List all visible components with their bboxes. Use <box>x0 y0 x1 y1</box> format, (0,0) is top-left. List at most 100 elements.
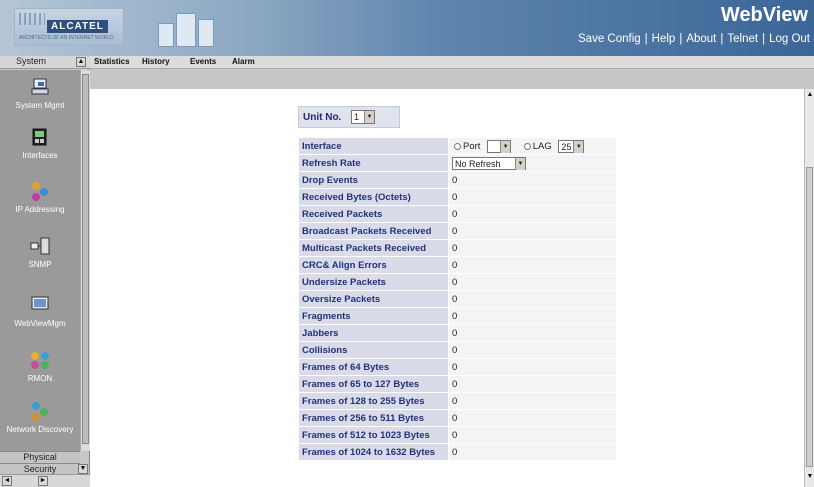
webview-brand: WebView <box>720 4 808 26</box>
logo-dots <box>19 13 45 25</box>
sidebar-item-snmp[interactable]: SNMP <box>0 235 80 269</box>
table-row: Drop Events 0 <box>298 171 617 189</box>
main-scroll-down-button[interactable]: ▼ <box>805 473 814 483</box>
sidebar-item-system-mgmt[interactable]: System Mgmt <box>0 76 80 110</box>
about-link[interactable]: About <box>686 33 716 45</box>
unit-selector: Unit No. 1 ▼ <box>298 106 400 128</box>
stat-value: 0 <box>448 273 617 291</box>
webview-mgmt-icon <box>31 296 49 313</box>
nav-separator: | <box>644 33 648 45</box>
table-row: Received Bytes (Octets) 0 <box>298 188 617 206</box>
telnet-link[interactable]: Telnet <box>727 33 758 45</box>
table-row: Undersize Packets 0 <box>298 273 617 291</box>
unit-label: Unit No. <box>303 112 342 123</box>
table-row: Fragments 0 <box>298 307 617 325</box>
stat-label: Frames of 256 to 511 Bytes <box>298 409 449 427</box>
save-config-link[interactable]: Save Config <box>578 33 641 45</box>
stat-label: Frames of 1024 to 1632 Bytes <box>298 443 449 461</box>
sidebar-hscrollbar[interactable]: ◄ ► <box>0 474 90 487</box>
scroll-right-button[interactable]: ► <box>38 476 48 486</box>
header-banner: ALCATEL ARCHITECTS OF AN INTERNET WORLD … <box>0 0 814 56</box>
alcatel-logo: ALCATEL ARCHITECTS OF AN INTERNET WORLD <box>14 8 124 46</box>
refresh-rate-value: No Refresh <box>455 158 501 169</box>
stat-value: 0 <box>448 205 617 223</box>
interface-controls: Port ▼ LAG 25 ▼ <box>448 137 617 155</box>
lag-radio[interactable] <box>523 142 531 150</box>
stat-label: Drop Events <box>298 171 449 189</box>
sidebar-item-label: Network Discovery <box>6 425 74 434</box>
help-link[interactable]: Help <box>652 33 676 45</box>
main-scroll-thumb[interactable] <box>806 167 813 467</box>
nav-separator: | <box>679 33 683 45</box>
logo-tagline: ARCHITECTS OF AN INTERNET WORLD <box>19 35 114 41</box>
sidebar-item-interfaces[interactable]: Interfaces <box>0 126 80 160</box>
tab-alarm[interactable]: Alarm <box>232 57 255 66</box>
port-select[interactable]: ▼ <box>487 139 512 153</box>
tab-events[interactable]: Events <box>190 57 216 66</box>
stat-value: 0 <box>448 358 617 376</box>
table-row: Frames of 512 to 1023 Bytes 0 <box>298 426 617 444</box>
table-row: CRC& Align Errors 0 <box>298 256 617 274</box>
sidebar-scroll-thumb[interactable] <box>82 74 89 444</box>
unit-select[interactable]: 1 ▼ <box>351 110 375 124</box>
stat-value: 0 <box>448 443 617 461</box>
sidebar-scroll-down-button[interactable]: ▼ <box>78 464 88 474</box>
stat-value: 0 <box>448 239 617 257</box>
sidebar-item-label: Interfaces <box>22 151 58 160</box>
sidebar-item-webview-mgmt[interactable]: WebViewMgm <box>0 294 80 328</box>
sidebar-item-rmon[interactable]: RMON <box>0 349 80 383</box>
stat-value: 0 <box>448 324 617 342</box>
panel-tab-physical[interactable]: Physical <box>0 451 80 463</box>
stat-value: 0 <box>448 171 617 189</box>
refresh-rate-select[interactable]: No Refresh ▼ <box>452 156 526 170</box>
table-row: Collisions 0 <box>298 341 617 359</box>
tab-bar: Statistics History Events Alarm <box>90 56 814 69</box>
stat-value: 0 <box>448 392 617 410</box>
sidebar-scroll-up-button[interactable]: ▲ <box>76 57 86 67</box>
stat-label: Received Packets <box>298 205 449 223</box>
snmp-icon <box>30 237 50 255</box>
ip-addressing-icon <box>32 182 48 201</box>
tab-statistics[interactable]: Statistics <box>94 57 130 66</box>
stat-label: Multicast Packets Received <box>298 239 449 257</box>
stat-label: Frames of 64 Bytes <box>298 358 449 376</box>
sidebar-item-label: IP Addressing <box>15 205 65 214</box>
stat-value: 0 <box>448 341 617 359</box>
sidebar-item-network-discovery[interactable]: Network Discovery <box>0 400 80 434</box>
table-row: Broadcast Packets Received 0 <box>298 222 617 240</box>
building-graphic <box>150 9 220 49</box>
table-row: Frames of 65 to 127 Bytes 0 <box>298 375 617 393</box>
table-row: Jabbers 0 <box>298 324 617 342</box>
table-row: Frames of 1024 to 1632 Bytes 0 <box>298 443 617 461</box>
main-scroll-up-button[interactable]: ▲ <box>805 91 814 101</box>
stat-value: 0 <box>448 188 617 206</box>
main-scrollbar[interactable]: ▲ ▼ <box>804 89 814 487</box>
stat-label: Collisions <box>298 341 449 359</box>
stat-value: 0 <box>448 375 617 393</box>
lag-label: LAG <box>532 140 552 152</box>
logout-link[interactable]: Log Out <box>769 33 810 45</box>
port-radio[interactable] <box>454 142 461 150</box>
table-row: Multicast Packets Received 0 <box>298 239 617 257</box>
refresh-rate-controls: No Refresh ▼ <box>448 154 617 172</box>
lag-select[interactable]: 25 ▼ <box>558 139 585 153</box>
chevron-down-icon: ▼ <box>515 157 525 170</box>
tab-history[interactable]: History <box>142 57 170 66</box>
table-row: Oversize Packets 0 <box>298 290 617 308</box>
sidebar-header[interactable]: System ▲ <box>0 56 90 69</box>
refresh-rate-label: Refresh Rate <box>298 154 449 172</box>
main-content: Unit No. 1 ▼ Interface Port ▼ LAG 25 ▼ Re… <box>90 89 804 487</box>
stat-value: 0 <box>448 409 617 427</box>
top-nav: Save Config | Help | About | Telnet | Log Out <box>578 33 810 45</box>
stat-label: Frames of 128 to 255 Bytes <box>298 392 449 410</box>
stat-value: 0 <box>448 290 617 308</box>
nav-separator: | <box>762 33 766 45</box>
system-mgmt-icon <box>31 78 49 95</box>
scroll-left-button[interactable]: ◄ <box>2 476 12 486</box>
toolbar-strip <box>90 69 814 89</box>
sidebar-item-ip-addressing[interactable]: IP Addressing <box>0 180 80 214</box>
stat-label: Frames of 512 to 1023 Bytes <box>298 426 449 444</box>
stat-label: Fragments <box>298 307 449 325</box>
logo-text: ALCATEL <box>47 20 108 33</box>
sidebar-scrollbar[interactable] <box>80 70 90 451</box>
